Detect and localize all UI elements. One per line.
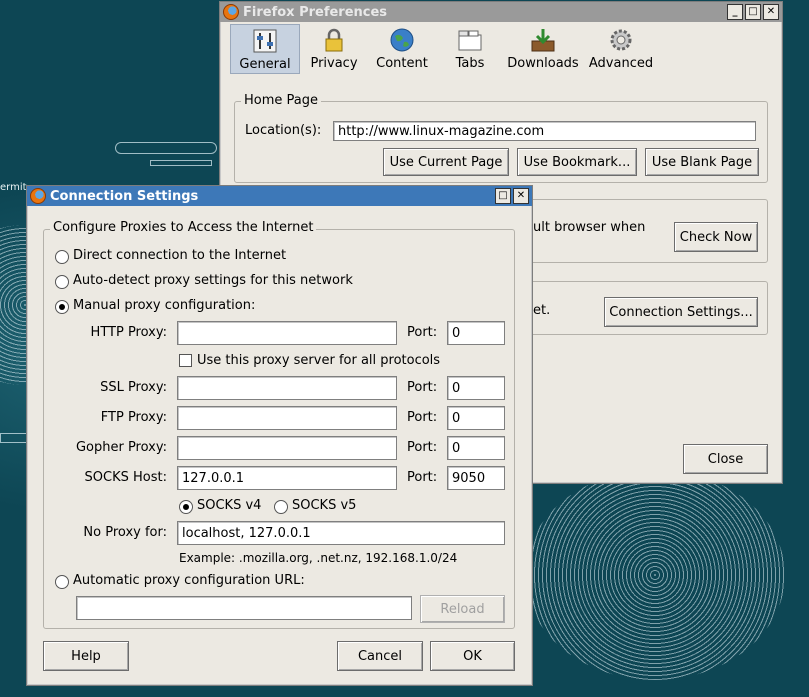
tab-label: General (239, 57, 291, 72)
ssl-port-input[interactable]: 0 (447, 376, 505, 400)
cancel-button[interactable]: Cancel (337, 641, 423, 671)
connection-text: et. (533, 303, 551, 318)
tab-label: Tabs (455, 56, 485, 71)
http-proxy-input[interactable] (177, 321, 397, 345)
auto-detect-label[interactable]: Auto-detect proxy settings for this netw… (73, 273, 353, 288)
direct-label[interactable]: Direct connection to the Internet (73, 248, 286, 263)
firefox-icon (223, 4, 239, 20)
gear-icon (606, 26, 636, 54)
home-page-legend: Home Page (241, 93, 321, 108)
socks-v4-radio[interactable] (179, 500, 193, 514)
close-window-button[interactable]: ✕ (513, 188, 529, 204)
preferences-titlebar[interactable]: Firefox Preferences _ □ ✕ (220, 2, 782, 22)
socks-v5-label[interactable]: SOCKS v5 (292, 498, 356, 513)
use-all-protocols-checkbox[interactable] (179, 354, 192, 367)
socks-host-input[interactable]: 127.0.0.1 (177, 466, 397, 490)
close-window-button[interactable]: ✕ (763, 4, 779, 20)
tab-content[interactable]: Content (368, 24, 436, 74)
http-proxy-label: HTTP Proxy: (90, 325, 167, 340)
close-button[interactable]: Close (683, 444, 768, 474)
auto-config-url-input[interactable] (76, 596, 412, 620)
tab-label: Downloads (507, 56, 579, 71)
tab-label: Advanced (588, 56, 654, 71)
fingerprint-decoration (525, 470, 785, 680)
window-title: Firefox Preferences (243, 4, 388, 20)
manual-radio[interactable] (55, 300, 69, 314)
minimize-button[interactable]: _ (727, 4, 743, 20)
ssl-proxy-label: SSL Proxy: (100, 380, 167, 395)
ftp-proxy-input[interactable] (177, 406, 397, 430)
use-current-page-button[interactable]: Use Current Page (383, 148, 509, 176)
tab-general[interactable]: General (230, 24, 300, 74)
http-port-input[interactable]: 0 (447, 321, 505, 345)
gopher-port-input[interactable]: 0 (447, 436, 505, 460)
decor-line (115, 142, 217, 154)
no-proxy-input[interactable]: localhost, 127.0.0.1 (177, 521, 505, 545)
auto-config-radio[interactable] (55, 575, 69, 589)
ftp-port-label: Port: (407, 410, 438, 425)
tabs-icon (455, 26, 485, 54)
dialog-title: Connection Settings (50, 188, 199, 204)
location-label: Location(s): (245, 123, 322, 138)
gopher-port-label: Port: (407, 440, 438, 455)
tab-privacy[interactable]: Privacy (300, 24, 368, 74)
socks-port-label: Port: (407, 470, 438, 485)
tab-tabs[interactable]: Tabs (436, 24, 504, 74)
gopher-proxy-input[interactable] (177, 436, 397, 460)
reload-button[interactable]: Reload (420, 595, 505, 623)
auto-config-label[interactable]: Automatic proxy configuration URL: (73, 573, 305, 588)
no-proxy-example: Example: .mozilla.org, .net.nz, 192.168.… (179, 551, 458, 565)
firefox-icon (30, 188, 46, 204)
socks-v5-radio[interactable] (274, 500, 288, 514)
download-icon (528, 26, 558, 54)
ok-button[interactable]: OK (430, 641, 515, 671)
check-now-button[interactable]: Check Now (674, 222, 758, 252)
auto-detect-radio[interactable] (55, 275, 69, 289)
socks-port-input[interactable]: 9050 (447, 466, 505, 490)
proxy-legend: Configure Proxies to Access the Internet (50, 220, 317, 235)
decor-line (150, 160, 212, 166)
ssl-proxy-input[interactable] (177, 376, 397, 400)
socks-host-label: SOCKS Host: (84, 470, 167, 485)
connection-settings-button[interactable]: Connection Settings... (604, 297, 758, 327)
location-input[interactable]: http://www.linux-magazine.com (333, 121, 756, 141)
ftp-proxy-label: FTP Proxy: (100, 410, 167, 425)
tab-downloads[interactable]: Downloads (504, 24, 582, 74)
direct-radio[interactable] (55, 250, 69, 264)
ftp-port-input[interactable]: 0 (447, 406, 505, 430)
manual-label[interactable]: Manual proxy configuration: (73, 298, 255, 313)
sliders-icon (250, 27, 280, 55)
preferences-toolbar: General Privacy Content Tabs Downloads A… (220, 22, 782, 74)
http-port-label: Port: (407, 325, 438, 340)
ssl-port-label: Port: (407, 380, 438, 395)
connection-titlebar[interactable]: Connection Settings □ ✕ (27, 186, 532, 206)
tab-label: Privacy (310, 56, 358, 71)
maximize-button[interactable]: □ (745, 4, 761, 20)
use-bookmark-button[interactable]: Use Bookmark... (517, 148, 637, 176)
use-all-protocols-label[interactable]: Use this proxy server for all protocols (197, 353, 440, 368)
tab-advanced[interactable]: Advanced (582, 24, 660, 74)
help-button[interactable]: Help (43, 641, 129, 671)
no-proxy-label: No Proxy for: (83, 525, 167, 540)
connection-settings-dialog: Connection Settings □ ✕ Configure Proxie… (26, 185, 533, 686)
tab-label: Content (376, 56, 428, 71)
desktop-partial-text: ermit (0, 182, 27, 193)
default-browser-text: ult browser when (533, 220, 646, 235)
gopher-proxy-label: Gopher Proxy: (75, 440, 167, 455)
maximize-button[interactable]: □ (495, 188, 511, 204)
lock-icon (319, 26, 349, 54)
use-blank-page-button[interactable]: Use Blank Page (645, 148, 759, 176)
globe-icon (387, 26, 417, 54)
socks-v4-label[interactable]: SOCKS v4 (197, 498, 261, 513)
